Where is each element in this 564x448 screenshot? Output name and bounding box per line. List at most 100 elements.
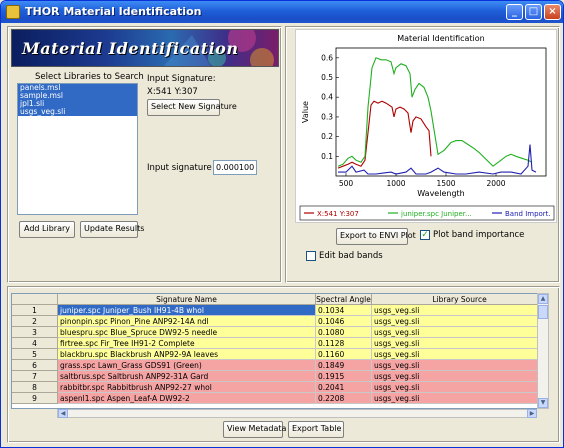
library-list[interactable]: panels.msl sample.msl jpl1.sli usgs_veg.… <box>17 83 138 215</box>
edit-bad-bands-checkbox[interactable] <box>306 251 316 261</box>
cell-source[interactable]: usgs_veg.sli <box>372 327 546 338</box>
table-row[interactable]: 3 bluespru.spc Blue_Spruce DW92-5 needle 0… <box>12 327 546 338</box>
y-tick-label: 0.2 <box>321 132 333 141</box>
column-header[interactable]: Spectral Angle <box>316 294 372 305</box>
scroll-thumb[interactable] <box>538 305 548 319</box>
maximize-button[interactable]: □ <box>525 4 542 20</box>
scroll-left-icon[interactable]: ◀ <box>58 409 68 418</box>
input-signature-label: Input Signature: <box>147 74 216 84</box>
table-row[interactable]: 8 rabbitbr.spc Rabbitbrush ANP92-27 whol 0… <box>12 382 546 393</box>
plot-band-importance-label: Plot band importance <box>433 230 525 240</box>
cell-name[interactable]: saltbrus.spc Saltbrush ANP92-31A Gard <box>58 371 316 382</box>
libraries-label: Select Libraries to Search <box>35 72 144 82</box>
app-window: THOR Material Identification _ □ × Mater… <box>0 0 564 448</box>
select-signature-button[interactable]: Select New Signature <box>147 99 237 116</box>
series-line-1[interactable] <box>337 57 533 167</box>
cell-name[interactable]: blackbru.spc Blackbrush ANP92-9A leaves <box>58 349 316 360</box>
y-tick-label: 0.3 <box>321 112 333 121</box>
cell-angle[interactable]: 0.2208 <box>316 393 372 404</box>
x-tick-label: 500 <box>339 179 354 188</box>
cell-name[interactable]: rabbitbr.spc Rabbitbrush ANP92-27 whol <box>58 382 316 393</box>
library-item[interactable]: usgs_veg.sli <box>18 108 137 116</box>
banner-title: Material Identification <box>22 39 239 58</box>
y-tick-label: 0.1 <box>321 152 333 161</box>
cell-source[interactable]: usgs_veg.sli <box>372 338 546 349</box>
row-number[interactable]: 4 <box>12 338 58 349</box>
row-number[interactable]: 2 <box>12 316 58 327</box>
scroll-down-icon[interactable]: ▼ <box>538 398 548 408</box>
cell-angle[interactable]: 0.1080 <box>316 327 372 338</box>
title-bar[interactable]: THOR Material Identification _ □ × <box>1 1 563 23</box>
cell-name[interactable]: firtree.spc Fir_Tree IH91-2 Complete <box>58 338 316 349</box>
view-metadata-button[interactable]: View Metadata <box>223 421 286 438</box>
x-tick-label: 1000 <box>386 179 405 188</box>
row-number[interactable]: 5 <box>12 349 58 360</box>
cell-source[interactable]: usgs_veg.sli <box>372 360 546 371</box>
minimize-button[interactable]: _ <box>506 4 523 20</box>
cell-source[interactable]: usgs_veg.sli <box>372 349 546 360</box>
cell-name[interactable]: aspenl1.spc Aspen_Leaf-A DW92-2 <box>58 393 316 404</box>
chart-title: Material Identification <box>397 34 485 43</box>
cell-source[interactable]: usgs_veg.sli <box>372 371 546 382</box>
table-row[interactable]: 2 pinonpin.spc Pinon_Pine ANP92-14A ndl 0.… <box>12 316 546 327</box>
edit-bad-bands-label: Edit bad bands <box>319 251 383 261</box>
banner-logo: Material Identification <box>11 29 279 67</box>
window-title: THOR Material Identification <box>25 5 202 18</box>
horizontal-scrollbar[interactable]: ◀ ▶ <box>57 409 537 418</box>
cell-angle[interactable]: 0.1160 <box>316 349 372 360</box>
add-library-button[interactable]: Add Library <box>19 221 75 238</box>
cell-angle[interactable]: 0.1849 <box>316 360 372 371</box>
table-row[interactable]: 5 blackbru.spc Blackbrush ANP92-9A leaves… <box>12 349 546 360</box>
scale-input[interactable]: 0.000100 <box>213 160 257 175</box>
y-tick-label: 0.4 <box>321 93 333 102</box>
row-number[interactable]: 6 <box>12 360 58 371</box>
cell-angle[interactable]: 0.2041 <box>316 382 372 393</box>
cell-angle[interactable]: 0.1128 <box>316 338 372 349</box>
table-row[interactable]: 4 firtree.spc Fir_Tree IH91-2 Complete 0.1… <box>12 338 546 349</box>
column-header[interactable]: Library Source <box>372 294 546 305</box>
table-row[interactable]: 9 aspenl1.spc Aspen_Leaf-A DW92-2 0.2208 us… <box>12 393 546 404</box>
x-tick-label: 1500 <box>436 179 455 188</box>
scroll-right-icon[interactable]: ▶ <box>527 409 537 418</box>
export-table-button[interactable]: Export Table <box>288 421 344 438</box>
row-number[interactable]: 8 <box>12 382 58 393</box>
plot-area: Material Identification Wavelength Value 50… <box>295 29 557 223</box>
checkmark-icon: ✓ <box>421 230 429 240</box>
legend-entry: X:541 Y:307 <box>317 210 359 218</box>
update-results-button[interactable]: Update Results <box>80 221 144 238</box>
table-row[interactable]: 1 juniper.spc Juniper_Bush IH91-4B whol 0.… <box>12 305 546 316</box>
results-table[interactable]: Signature Name Spectral Angle Library So… <box>11 293 547 409</box>
row-number[interactable]: 9 <box>12 393 58 404</box>
row-number[interactable]: 3 <box>12 327 58 338</box>
cell-name[interactable]: bluespru.spc Blue_Spruce DW92-5 needle <box>58 327 316 338</box>
export-envi-plot-button[interactable]: Export to ENVI Plot <box>336 228 416 245</box>
close-button[interactable]: × <box>544 4 561 20</box>
signature-coords: X:541 Y:307 <box>147 87 198 97</box>
scroll-up-icon[interactable]: ▲ <box>538 294 548 304</box>
y-tick-label: 0.5 <box>321 73 333 82</box>
spectral-chart[interactable]: Material Identification Wavelength Value 50… <box>296 30 558 224</box>
cell-angle[interactable]: 0.1046 <box>316 316 372 327</box>
column-header[interactable]: Signature Name <box>58 294 316 305</box>
cell-source[interactable]: usgs_veg.sli <box>372 393 546 404</box>
x-tick-label: 2000 <box>486 179 505 188</box>
table-row[interactable]: 7 saltbrus.spc Saltbrush ANP92-31A Gard 0.… <box>12 371 546 382</box>
legend-entry: Band Import. <box>505 210 551 218</box>
cell-source[interactable]: usgs_veg.sli <box>372 316 546 327</box>
table-row[interactable]: 6 grass.spc Lawn_Grass GDS91 (Green) 0.184… <box>12 360 546 371</box>
cell-name[interactable]: grass.spc Lawn_Grass GDS91 (Green) <box>58 360 316 371</box>
row-number[interactable]: 7 <box>12 371 58 382</box>
app-icon <box>6 5 20 19</box>
series-line-0[interactable] <box>337 100 432 169</box>
row-number[interactable]: 1 <box>12 305 58 316</box>
cell-angle[interactable]: 0.1915 <box>316 371 372 382</box>
cell-name[interactable]: juniper.spc Juniper_Bush IH91-4B whol <box>58 305 316 316</box>
x-axis-label: Wavelength <box>417 189 464 198</box>
plot-band-importance-checkbox[interactable]: ✓ <box>420 230 430 240</box>
legend-entry: juniper.spc Juniper... <box>400 210 472 218</box>
cell-angle[interactable]: 0.1034 <box>316 305 372 316</box>
vertical-scrollbar[interactable]: ▲ ▼ <box>537 293 549 409</box>
cell-source[interactable]: usgs_veg.sli <box>372 382 546 393</box>
cell-name[interactable]: pinonpin.spc Pinon_Pine ANP92-14A ndl <box>58 316 316 327</box>
cell-source[interactable]: usgs_veg.sli <box>372 305 546 316</box>
